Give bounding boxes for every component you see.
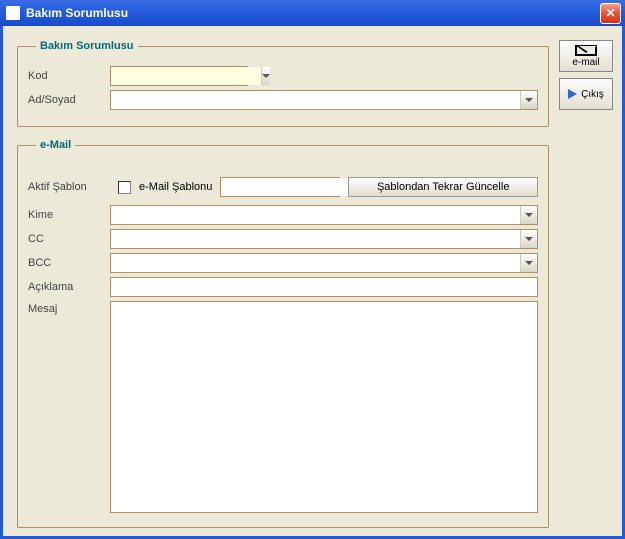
row-mesaj: Mesaj xyxy=(28,301,538,513)
chevron-down-icon xyxy=(525,237,533,241)
email-button[interactable]: e-mail xyxy=(559,40,613,72)
envelope-icon xyxy=(575,45,597,56)
aciklama-input[interactable] xyxy=(110,277,538,297)
close-button[interactable]: ✕ xyxy=(600,3,621,24)
close-icon: ✕ xyxy=(605,6,615,20)
exit-arrow-icon xyxy=(568,89,577,99)
kod-input[interactable] xyxy=(111,67,261,85)
window-body: Bakım Sorumlusu Kod Ad/Soyad xyxy=(0,26,625,539)
window-title: Bakım Sorumlusu xyxy=(26,6,600,20)
window-icon xyxy=(6,6,20,20)
titlebar: Bakım Sorumlusu ✕ xyxy=(0,0,625,26)
exit-button-label: Çıkış xyxy=(581,89,604,100)
chevron-down-icon xyxy=(525,261,533,265)
mesaj-textarea[interactable] xyxy=(110,301,538,513)
exit-button[interactable]: Çıkış xyxy=(559,78,613,110)
group-email: e-Mail Aktif Şablon e-Mail Şablonu Şablo… xyxy=(17,139,549,528)
label-email-sablonu: e-Mail Şablonu xyxy=(139,181,212,193)
kime-combo[interactable] xyxy=(110,205,538,225)
kime-dropdown-button[interactable] xyxy=(520,206,537,224)
adsoyad-dropdown-button[interactable] xyxy=(520,91,537,109)
kod-combo[interactable] xyxy=(110,66,248,86)
label-mesaj: Mesaj xyxy=(28,301,110,513)
adsoyad-input[interactable] xyxy=(111,91,520,109)
row-cc: CC xyxy=(28,229,538,249)
email-button-label: e-mail xyxy=(572,57,599,68)
group-email-legend: e-Mail xyxy=(36,139,75,151)
kime-input[interactable] xyxy=(111,206,520,224)
label-aktif-sablon: Aktif Şablon xyxy=(28,181,110,193)
row-aciklama: Açıklama xyxy=(28,277,538,297)
chevron-down-icon xyxy=(525,98,533,102)
cc-input[interactable] xyxy=(111,230,520,248)
group-bakim-sorumlusu: Bakım Sorumlusu Kod Ad/Soyad xyxy=(17,40,549,127)
row-bcc: BCC xyxy=(28,253,538,273)
row-kime: Kime xyxy=(28,205,538,225)
label-cc: CC xyxy=(28,233,110,245)
cc-combo[interactable] xyxy=(110,229,538,249)
label-adsoyad: Ad/Soyad xyxy=(28,94,110,106)
label-bcc: BCC xyxy=(28,257,110,269)
chevron-down-icon xyxy=(262,74,270,78)
chevron-down-icon xyxy=(525,213,533,217)
main-column: Bakım Sorumlusu Kod Ad/Soyad xyxy=(17,40,549,528)
aktif-sablon-checkbox[interactable] xyxy=(118,181,131,194)
cc-dropdown-button[interactable] xyxy=(520,230,537,248)
refresh-from-template-button[interactable]: Şablondan Tekrar Güncelle xyxy=(348,177,538,197)
row-adsoyad: Ad/Soyad xyxy=(28,90,538,110)
group-bakim-legend: Bakım Sorumlusu xyxy=(36,40,138,52)
label-kime: Kime xyxy=(28,209,110,221)
label-kod: Kod xyxy=(28,70,110,82)
label-aciklama: Açıklama xyxy=(28,281,110,293)
bcc-dropdown-button[interactable] xyxy=(520,254,537,272)
bcc-combo[interactable] xyxy=(110,253,538,273)
row-kod: Kod xyxy=(28,66,538,86)
bcc-input[interactable] xyxy=(111,254,520,272)
kod-dropdown-button[interactable] xyxy=(261,67,270,85)
row-aktif-sablon: Aktif Şablon e-Mail Şablonu Şablondan Te… xyxy=(28,177,538,197)
sablon-combo[interactable] xyxy=(220,177,340,197)
side-column: e-mail Çıkış xyxy=(559,40,614,528)
adsoyad-combo[interactable] xyxy=(110,90,538,110)
